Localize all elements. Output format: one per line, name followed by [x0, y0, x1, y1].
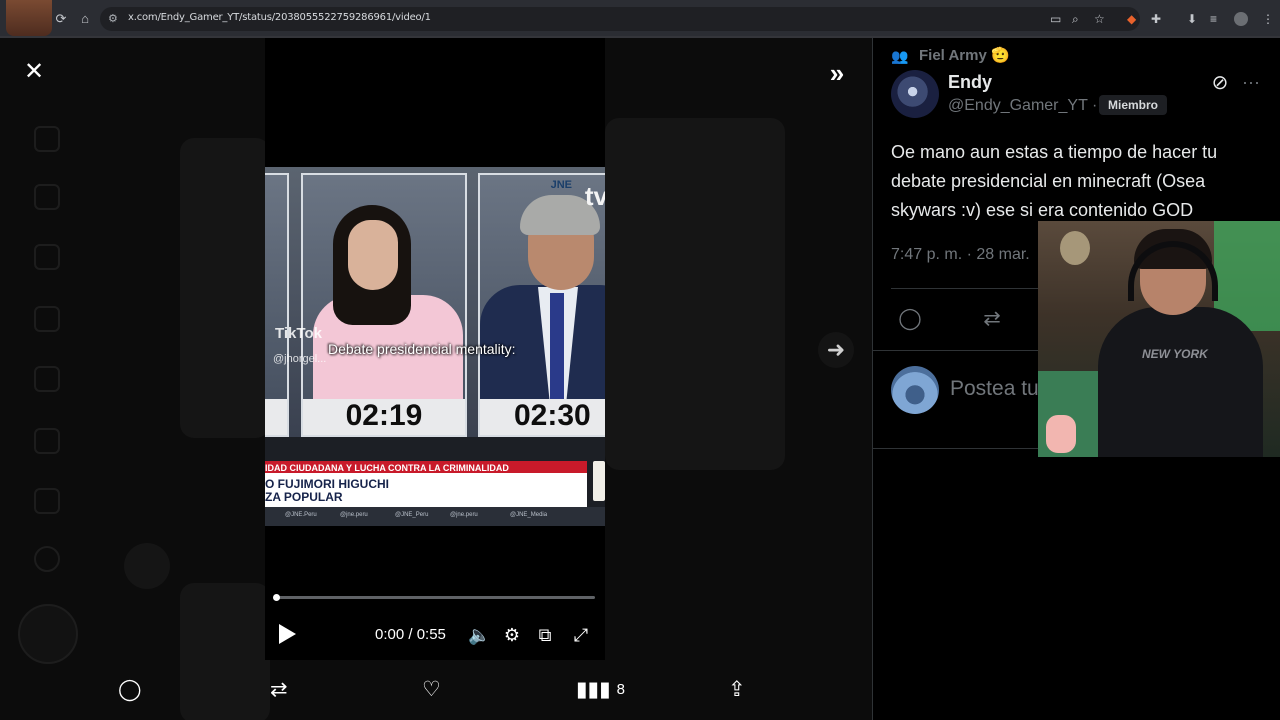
- lower-third-logo: [593, 461, 605, 501]
- social-handle: @jne.peru: [340, 512, 368, 518]
- candidate-a-face: [348, 220, 398, 290]
- bookmark-star-icon[interactable]: ☆: [1094, 12, 1105, 26]
- repost-icon[interactable]: ⇄: [270, 676, 288, 704]
- candidate-panel-right: JNE tv 02:30: [478, 173, 605, 437]
- expand-panel-icon[interactable]: »: [822, 58, 852, 88]
- author-avatar[interactable]: [891, 70, 939, 118]
- views-count: 8: [616, 681, 626, 699]
- home-icon[interactable]: ⌂: [76, 10, 94, 28]
- download-icon[interactable]: ⬇: [1187, 12, 1197, 26]
- post-timestamp[interactable]: 7:47 p. m. · 28 mar.: [891, 246, 1030, 264]
- fullscreen-icon[interactable]: ⤢: [570, 624, 592, 646]
- post-text: Oe mano aun estas a tiempo de hacer tu d…: [891, 142, 1218, 220]
- browser-menu-icon[interactable]: ⋮: [1262, 12, 1274, 26]
- video-caption: Debate presidencial mentality:: [328, 341, 516, 357]
- user-avatar: [891, 366, 939, 414]
- grok-icon[interactable]: ⊘: [1209, 72, 1231, 94]
- timer-strip: [265, 399, 287, 435]
- bg-avatar: [124, 543, 170, 589]
- bg-search-icon: [34, 184, 60, 210]
- cast-icon[interactable]: ▭: [1050, 12, 1061, 26]
- close-icon[interactable]: ✕: [22, 60, 46, 84]
- tv-logo: tv: [584, 181, 605, 211]
- tiktok-watermark: TikTok: [275, 325, 322, 342]
- zoom-icon[interactable]: ⌕: [1072, 12, 1079, 26]
- community-label: Fiel Army: [919, 47, 987, 64]
- profile-avatar[interactable]: [1234, 12, 1248, 26]
- more-options-icon[interactable]: ···: [1239, 71, 1263, 93]
- bg-grok-icon: [34, 366, 60, 392]
- webcam-overlay: NEW YORK: [1038, 221, 1280, 457]
- candidate-b-image: JNE tv: [480, 175, 605, 405]
- social-handle: @JNE.Peru: [285, 512, 317, 518]
- author-name[interactable]: Endy: [948, 72, 992, 93]
- repost-icon[interactable]: ⇄: [979, 306, 1005, 332]
- views-button[interactable]: ▮▮▮ 8: [576, 676, 625, 704]
- author-handle[interactable]: @Endy_Gamer_YT ·: [948, 97, 1097, 115]
- social-handle: @jne.peru: [450, 512, 478, 518]
- social-handle: @JNE_Media: [510, 512, 548, 518]
- video-time: 0:00 / 0:55: [375, 626, 446, 643]
- views-icon: ▮▮▮: [576, 678, 611, 701]
- bg-card-right: [605, 118, 785, 470]
- candidate-panel-left: 02:19: [301, 173, 467, 437]
- video-progress-knob[interactable]: [273, 594, 280, 601]
- site-info-icon[interactable]: ⚙: [108, 12, 118, 25]
- jne-logo: JNE: [550, 179, 572, 191]
- bg-messages-icon: [34, 306, 60, 332]
- community-emoji: 🫡: [990, 47, 1010, 64]
- volume-icon[interactable]: 🔈: [468, 624, 490, 646]
- community-name[interactable]: Fiel Army 🫡: [919, 46, 1010, 64]
- social-handles-strip: @JNE.Peru @jne.peru @JNE_Peru @jne.peru …: [265, 507, 605, 526]
- webcam-shirt-text: NEW YORK: [1142, 347, 1208, 361]
- extension-icon[interactable]: ◆: [1127, 12, 1136, 26]
- bg-more-icon: [34, 546, 60, 572]
- reply-icon[interactable]: ◯: [118, 676, 142, 704]
- timer-right: 02:30: [514, 399, 591, 432]
- webcam-microphone: [1060, 231, 1090, 265]
- bg-lists-icon: [34, 428, 60, 454]
- video-frame[interactable]: 02:19 JNE tv 02:30 TikTok @jhorgel... De…: [265, 167, 605, 526]
- extensions-puzzle-icon[interactable]: ✚: [1151, 12, 1161, 26]
- url-text: x.com/Endy_Gamer_YT/status/2038055522759…: [128, 12, 431, 23]
- settings-icon[interactable]: ⚙: [501, 624, 523, 646]
- share-icon[interactable]: ⇪: [728, 676, 746, 704]
- bg-home-icon: [34, 126, 60, 152]
- tiktok-username: @jhorgel...: [273, 353, 327, 365]
- pig-sticker: [1046, 415, 1076, 453]
- media-control-icon[interactable]: ≡: [1210, 12, 1217, 26]
- social-handle: @JNE_Peru: [395, 512, 429, 518]
- picture-in-picture-icon[interactable]: ⧉: [534, 624, 556, 646]
- member-badge: Miembro: [1099, 95, 1168, 115]
- video-progress-bar[interactable]: [273, 594, 595, 601]
- browser-toolbar: ⟳ ⌂ ⚙ x.com/Endy_Gamer_YT/status/2038055…: [0, 0, 1280, 38]
- community-icon: 👥: [891, 48, 909, 64]
- screen: ⟳ ⌂ ⚙ x.com/Endy_Gamer_YT/status/2038055…: [0, 0, 1280, 720]
- lower-third-party: ZA POPULAR: [265, 490, 343, 504]
- lower-third-topic: IDAD CIUDADANA Y LUCHA CONTRA LA CRIMINA…: [265, 463, 509, 473]
- reply-icon[interactable]: ◯: [897, 306, 923, 332]
- bg-notifications-icon: [34, 244, 60, 270]
- play-icon[interactable]: [276, 622, 298, 646]
- bg-card-left: [180, 138, 270, 438]
- bg-post-button: [18, 604, 78, 664]
- bg-card-bottom: [180, 583, 270, 720]
- timer-left: 02:19: [345, 399, 423, 432]
- like-icon[interactable]: ♡: [422, 676, 441, 704]
- panel-left-partial: [265, 173, 289, 437]
- address-bar[interactable]: ⚙ x.com/Endy_Gamer_YT/status/20380555227…: [100, 7, 1140, 31]
- webcam-person-body: [1098, 307, 1263, 457]
- candidate-a-image: [303, 175, 465, 405]
- candidate-b-tie: [550, 293, 564, 403]
- next-media-icon[interactable]: ➜: [818, 332, 854, 368]
- streamer-face-image: [6, 0, 52, 36]
- bg-profile-icon: [34, 488, 60, 514]
- lower-third-name: O FUJIMORI HIGUCHI: [265, 477, 390, 491]
